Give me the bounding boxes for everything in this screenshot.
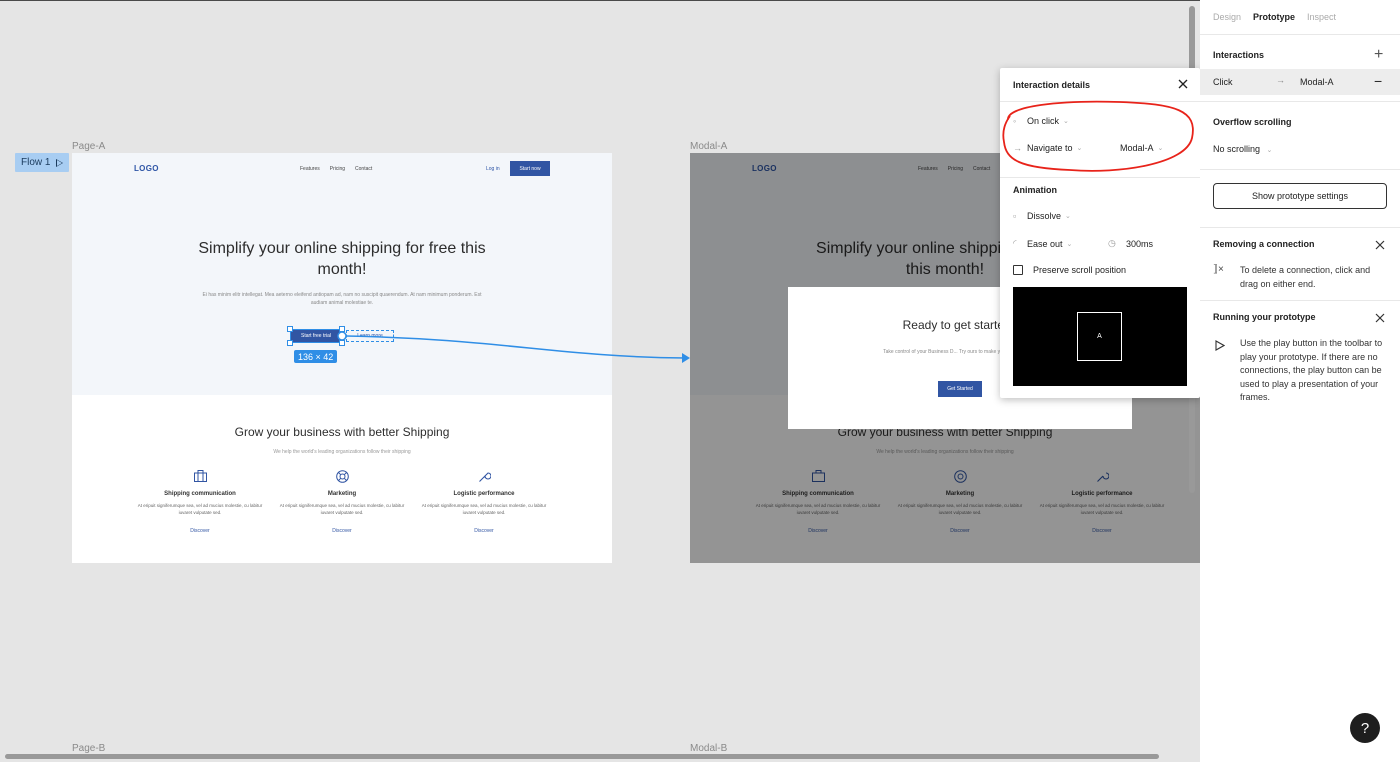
- overflow-heading: Overflow scrolling: [1213, 117, 1292, 127]
- divider: [1000, 177, 1200, 178]
- interaction-trigger: Click: [1213, 77, 1233, 87]
- running-prototype-text: Use the play button in the toolbar to pl…: [1240, 338, 1383, 402]
- connection-start-handle: [337, 331, 347, 341]
- chevron-down-icon: ⌄: [1066, 240, 1073, 248]
- removing-connection-heading: Removing a connection: [1213, 239, 1315, 249]
- easing-value: Ease out: [1027, 238, 1063, 249]
- remove-interaction-icon[interactable]: −: [1374, 73, 1382, 89]
- animation-type-select[interactable]: ▫ Dissolve ⌄: [1013, 211, 1071, 221]
- animation-heading: Animation: [1013, 185, 1057, 195]
- play-icon: [1215, 338, 1226, 356]
- easing-curve-icon: ◜: [1013, 238, 1017, 248]
- close-icon[interactable]: [1374, 238, 1386, 250]
- interaction-target: Modal-A: [1300, 77, 1334, 87]
- animation-preview: A: [1013, 287, 1187, 386]
- panel-tabs: Design Prototype Inspect: [1213, 12, 1336, 22]
- add-interaction-icon[interactable]: +: [1374, 47, 1383, 63]
- divider: [1200, 227, 1400, 228]
- divider: [1200, 34, 1400, 35]
- arrow-right-icon: →: [1276, 75, 1285, 85]
- preview-frame: A: [1077, 312, 1122, 361]
- removing-connection-text: To delete a connection, click and drag o…: [1240, 265, 1371, 289]
- chevron-down-icon: ⌄: [1065, 213, 1071, 220]
- properties-panel: Design Prototype Inspect Interactions + …: [1200, 0, 1400, 762]
- interaction-row[interactable]: Click → Modal-A −: [1200, 69, 1400, 95]
- running-prototype-heading: Running your prototype: [1213, 312, 1316, 322]
- interactions-heading: Interactions: [1213, 50, 1265, 60]
- help-button[interactable]: ?: [1350, 713, 1380, 743]
- duration-value: 300ms: [1126, 238, 1154, 249]
- connection-arrowhead: [682, 353, 690, 363]
- disconnect-icon: ⟧×: [1213, 264, 1224, 275]
- tab-inspect[interactable]: Inspect: [1307, 12, 1336, 22]
- connection-line: [345, 335, 687, 359]
- interaction-details-popup: Interaction details ◦ On click ⌄ → Navig…: [1000, 68, 1200, 398]
- chevron-down-icon: ⌄: [1266, 147, 1273, 154]
- duration-input[interactable]: ◷ 300ms: [1108, 238, 1153, 249]
- animation-type-value: Dissolve: [1027, 211, 1062, 221]
- overflow-select[interactable]: No scrolling ⌄: [1213, 144, 1272, 154]
- tab-design[interactable]: Design: [1213, 12, 1241, 22]
- divider: [1200, 300, 1400, 301]
- timer-icon: ◷: [1108, 238, 1116, 248]
- overflow-value: No scrolling: [1213, 144, 1261, 154]
- checkbox[interactable]: [1013, 265, 1023, 275]
- dissolve-icon: ▫: [1013, 211, 1017, 221]
- popup-title: Interaction details: [1013, 80, 1091, 90]
- red-annotation-circle: [1002, 100, 1194, 172]
- divider: [1200, 101, 1400, 102]
- divider: [1200, 169, 1400, 170]
- show-prototype-settings-button[interactable]: Show prototype settings: [1213, 183, 1387, 209]
- preserve-scroll-label: Preserve scroll position: [1033, 265, 1127, 275]
- easing-select[interactable]: ◜ Ease out ⌄: [1013, 238, 1072, 249]
- close-icon[interactable]: [1176, 77, 1190, 91]
- horizontal-scrollbar[interactable]: [5, 754, 1159, 759]
- tab-prototype[interactable]: Prototype: [1253, 12, 1295, 22]
- preserve-scroll-toggle[interactable]: Preserve scroll position: [1013, 265, 1126, 275]
- close-icon[interactable]: [1374, 311, 1386, 323]
